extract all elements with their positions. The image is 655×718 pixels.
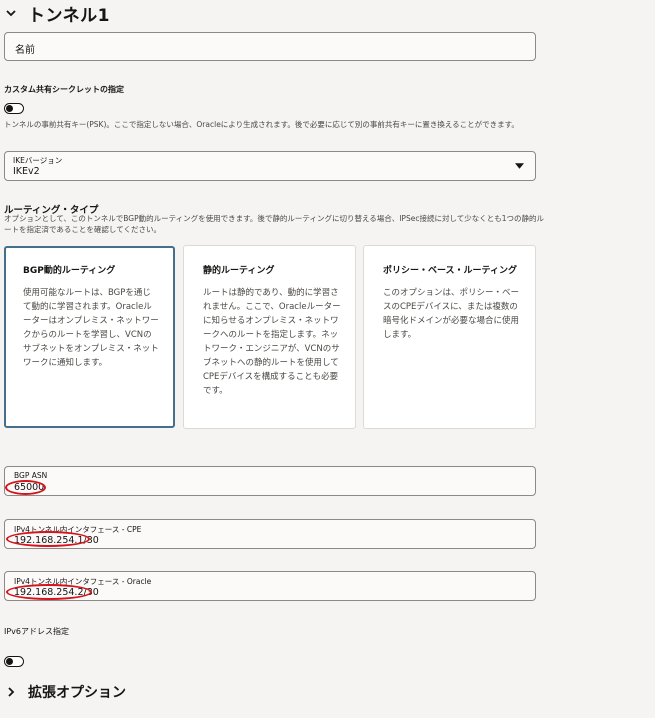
routing-option-desc: ルートは静的であり、動的に学習されません。ここで、Oracleルーターに知らせる… [203, 288, 341, 396]
advanced-options-title: 拡張オプション [28, 685, 126, 701]
custom-secret-label: カスタム共有シークレットの指定 [4, 85, 124, 94]
bgp-asn-label: BGP ASN [14, 471, 48, 480]
tunnel-name-placeholder: 名前 [15, 45, 35, 56]
advanced-options-header[interactable]: 拡張オプション [4, 679, 126, 705]
routing-option-title: 静的ルーティング [203, 266, 275, 276]
routing-option-desc: このオプションは、ポリシー・ベースのCPEデバイスに、または複数の暗号化ドメイン… [383, 288, 520, 340]
routing-option-desc: 使用可能なルートは、BGPを通じて動的に学習されます。Oracleルーターはオン… [23, 288, 159, 368]
routing-option-bgp[interactable]: BGP動的ルーティング 使用可能なルートは、BGPを通じて動的に学習されます。O… [4, 246, 175, 428]
tunnel-section-header[interactable]: トンネル1 [4, 0, 110, 26]
highlight-ellipse [5, 480, 46, 495]
custom-secret-toggle[interactable] [4, 103, 24, 114]
custom-secret-help: トンネルの事前共有キー(PSK)。ここで指定しない場合、Oracleにより生成さ… [4, 120, 519, 129]
ike-version-label: IKEバージョン [13, 156, 63, 165]
ipv6-label: IPv6アドレス指定 [4, 627, 70, 636]
routing-option-title: ポリシー・ベース・ルーティング [383, 266, 518, 276]
ike-version-value: IKEv2 [13, 166, 40, 177]
highlight-ellipse [6, 531, 90, 547]
tunnel-title: トンネル1 [28, 5, 110, 26]
routing-option-title: BGP動的ルーティング [23, 266, 116, 276]
tunnel-name-input[interactable]: 名前 [4, 32, 536, 61]
highlight-ellipse [6, 584, 92, 600]
ipv6-toggle[interactable] [4, 656, 24, 667]
chevron-right-icon[interactable] [4, 685, 18, 699]
routing-option-static[interactable]: 静的ルーティング ルートは静的であり、動的に学習されません。ここで、Oracle… [183, 245, 356, 429]
routing-type-help: オプションとして、このトンネルでBGP動的ルーティングを使用できます。後で静的ル… [4, 214, 544, 234]
chevron-down-icon[interactable] [4, 6, 18, 20]
bgp-asn-input[interactable]: BGP ASN 65000 [4, 466, 536, 496]
routing-option-policy[interactable]: ポリシー・ベース・ルーティング このオプションは、ポリシー・ベースのCPEデバイ… [363, 245, 536, 429]
ike-version-select[interactable]: IKEバージョン IKEv2 [4, 151, 536, 181]
dropdown-caret-icon[interactable] [515, 163, 524, 169]
